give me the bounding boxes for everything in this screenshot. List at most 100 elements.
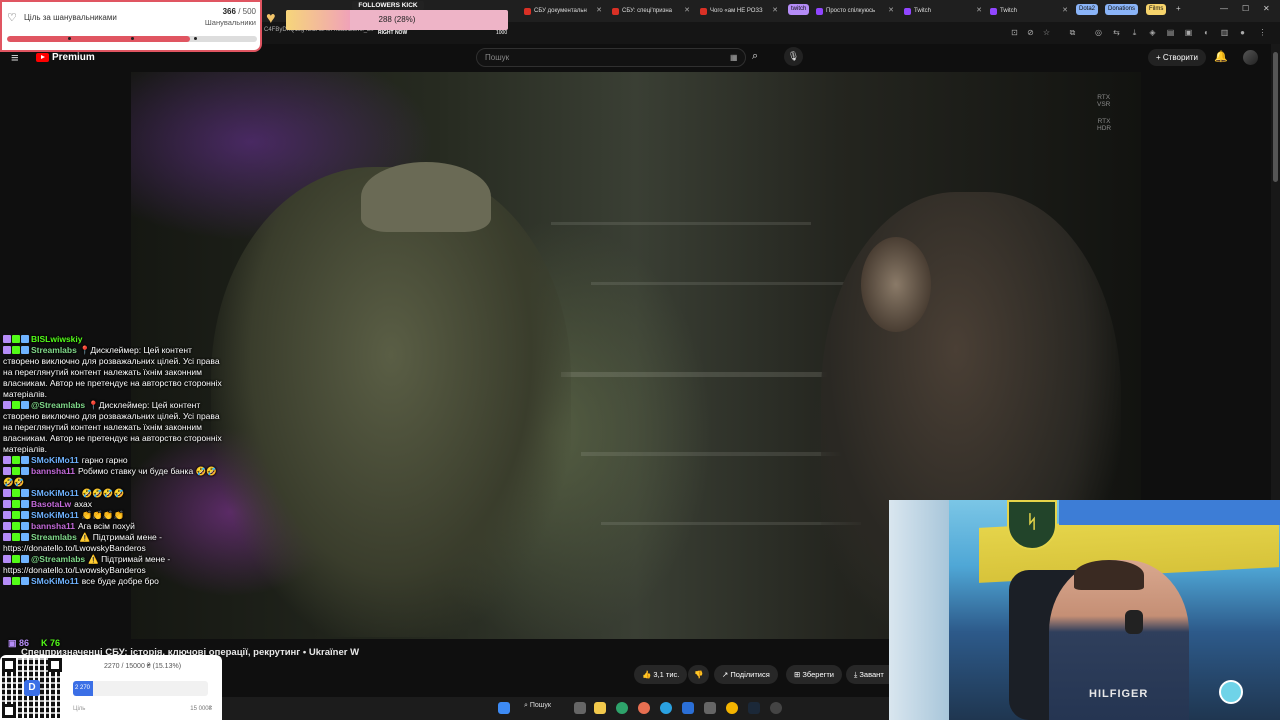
qr-corner — [2, 704, 16, 718]
donation-goal-max: 15 000₴ — [190, 706, 212, 712]
browser-tab[interactable]: Twitch ✕ — [900, 3, 984, 19]
chat-message: bannsha11 Робимо ставку чи буде банка 🤣🤣🤣… — [3, 466, 225, 488]
hamburger-menu-icon[interactable]: ≡ — [11, 50, 19, 65]
close-tab-icon[interactable]: ✕ — [888, 6, 894, 14]
task-view-icon[interactable] — [574, 702, 586, 714]
plush-toy — [1219, 680, 1243, 704]
goal-subtitle: Шанувальники — [204, 18, 256, 27]
keyboard-icon[interactable]: ▦ — [730, 53, 738, 62]
windows-start-icon[interactable] — [498, 702, 510, 714]
tab-group-films[interactable]: Films — [1146, 4, 1167, 15]
taskbar-search[interactable]: ⌕ Пошук — [524, 702, 551, 710]
browser-menu-icon[interactable]: ⋮ — [1258, 28, 1267, 37]
chat-username[interactable]: SMoKiMo11 — [31, 510, 79, 520]
chat-badges — [3, 456, 29, 464]
tab-group-donations[interactable]: Donations — [1105, 4, 1139, 15]
extension-icon[interactable]: ◈ — [1148, 28, 1157, 37]
browser-tab[interactable]: СБУ документальн ✕ — [520, 3, 604, 19]
extension-icon[interactable]: ◎ — [1094, 28, 1103, 37]
search-icon[interactable]: ⌕ — [752, 50, 758, 63]
streamer-hair — [1074, 560, 1144, 590]
chat-text: все буде добре бро — [81, 576, 159, 586]
file-explorer-icon[interactable] — [594, 702, 606, 714]
save-button[interactable]: ⊞ Зберегти — [786, 665, 842, 684]
chat-badges — [3, 489, 29, 497]
badge-icon — [12, 500, 20, 508]
donation-progress-text: 2270 / 15000 ₴ (15.13%) — [103, 663, 182, 670]
chat-username[interactable]: bannsha11 — [31, 521, 75, 531]
dislike-button[interactable]: 👎 — [688, 665, 710, 684]
chat-badges — [3, 346, 29, 354]
tab-group-twitch[interactable]: twitch — [788, 4, 810, 15]
soldier-hat — [361, 162, 491, 232]
maximize-icon[interactable]: ☐ — [1242, 4, 1249, 13]
chat-username[interactable]: @Streamlabs — [31, 554, 85, 564]
install-icon[interactable]: ⊡ — [1010, 28, 1019, 37]
close-tab-icon[interactable]: ✕ — [684, 6, 690, 14]
chat-username[interactable]: bannsha11 — [31, 466, 75, 476]
browser-tab[interactable]: Просто спілкуюсь ✕ — [812, 3, 896, 19]
woman-face — [861, 237, 931, 332]
share-button[interactable]: ↗ Поділитися — [714, 665, 778, 684]
extension-icon[interactable]: ◐ — [1202, 28, 1211, 37]
qr-corner — [2, 658, 16, 672]
avatar[interactable] — [1243, 50, 1258, 65]
close-tab-icon[interactable]: ✕ — [1062, 6, 1068, 14]
chat-username[interactable]: SMoKiMo11 — [31, 488, 79, 498]
edge-icon[interactable] — [616, 702, 628, 714]
handshake-icon: ♡ — [7, 12, 17, 24]
app-icon[interactable] — [704, 702, 716, 714]
chat-username[interactable]: SMoKiMo11 — [31, 576, 79, 586]
minimize-icon[interactable]: — — [1220, 4, 1228, 13]
browser-tab[interactable]: Twitch ✕ — [986, 3, 1070, 19]
new-tab-icon[interactable]: + — [1176, 4, 1181, 13]
notifications-bell-icon[interactable]: 🔔 — [1214, 50, 1228, 63]
close-tab-icon[interactable]: ✕ — [596, 6, 602, 14]
extension-icon[interactable]: ▥ — [1220, 28, 1229, 37]
chat-username[interactable]: BasotaLw — [31, 499, 71, 509]
scrollbar-thumb[interactable] — [1273, 52, 1278, 182]
translate-icon[interactable]: ⊘ — [1026, 28, 1035, 37]
close-window-icon[interactable]: ✕ — [1263, 4, 1270, 13]
badge-icon — [21, 489, 29, 497]
extension-icon[interactable]: ⇆ — [1112, 28, 1121, 37]
obs-icon[interactable] — [770, 702, 782, 714]
tab-group-dota2[interactable]: Dota2 — [1076, 4, 1099, 15]
youtube-logo[interactable]: Premium — [36, 52, 95, 63]
browser-tab[interactable]: СБУ: спеці'призна ✕ — [608, 3, 692, 19]
chat-username[interactable]: SMoKiMo11 — [31, 455, 79, 465]
kick-progress-text: 288 (28%) — [378, 15, 416, 24]
extensions-icon[interactable]: ⧉ — [1068, 28, 1077, 37]
extension-icon[interactable]: ▣ — [1184, 28, 1193, 37]
tab-favicon-icon — [700, 7, 707, 15]
badge-icon — [21, 467, 29, 475]
windows-taskbar: ⌕ Пошук — [222, 697, 890, 720]
badge-icon — [12, 533, 20, 541]
like-button[interactable]: 👍 3,1 тис. — [634, 665, 688, 684]
rtx-vsr-text: RTX VSR — [1097, 94, 1111, 108]
chat-username[interactable]: Streamlabs — [31, 532, 77, 542]
bookmark-star-icon[interactable]: ☆ — [1042, 28, 1051, 37]
chat-username[interactable]: Streamlabs — [31, 345, 77, 355]
goal-target: / 500 — [238, 7, 256, 16]
trash-icon[interactable]: ▤ — [1166, 28, 1175, 37]
chat-username[interactable]: @Streamlabs — [31, 400, 85, 410]
app-icon[interactable] — [682, 702, 694, 714]
close-tab-icon[interactable]: ✕ — [772, 6, 778, 14]
chat-username[interactable]: BISLwiwskiy — [31, 334, 83, 344]
telegram-icon[interactable] — [660, 702, 672, 714]
badge-icon — [3, 555, 11, 563]
download-button[interactable]: ⤓ Завант — [846, 665, 892, 684]
firefox-icon[interactable] — [638, 702, 650, 714]
close-tab-icon[interactable]: ✕ — [976, 6, 982, 14]
chrome-icon[interactable] — [726, 702, 738, 714]
browser-tab[interactable]: Чого «ам НЕ РОЗЗ ✕ — [696, 3, 780, 19]
badge-icon — [21, 401, 29, 409]
profile-icon[interactable]: ● — [1238, 28, 1247, 37]
microphone-icon[interactable]: 🎙 — [784, 47, 803, 66]
steam-icon[interactable] — [748, 702, 760, 714]
download-icon[interactable]: ⤓ — [1130, 28, 1139, 37]
chat-message: @Streamlabs 📍Дисклеймер: Цей контент ство… — [3, 400, 225, 455]
create-button[interactable]: + Створити — [1148, 49, 1206, 66]
search-input[interactable]: Пошук ▦ — [476, 48, 746, 67]
